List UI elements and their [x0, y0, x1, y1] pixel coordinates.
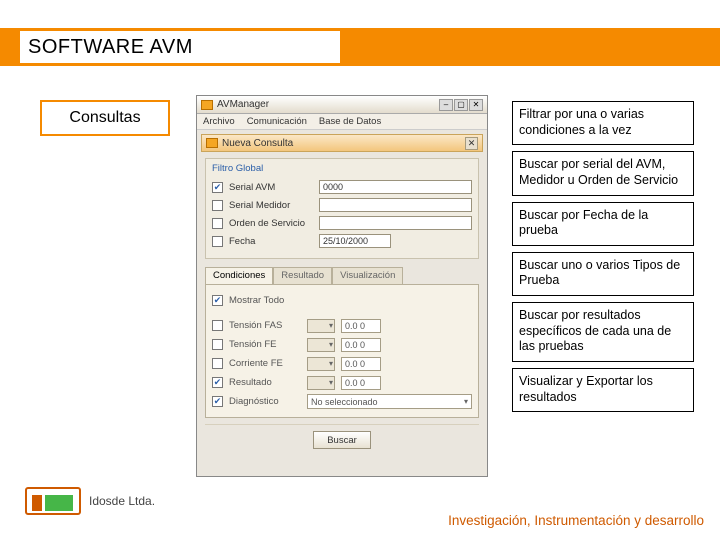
maximize-button[interactable]: ▢: [454, 99, 468, 111]
label-mostrar-todo: Mostrar Todo: [229, 295, 284, 306]
label-diagnostico: Diagnóstico: [229, 396, 301, 407]
checkbox-diagnostico[interactable]: [212, 396, 223, 407]
feature-notes: Filtrar por una o varias condiciones a l…: [512, 101, 694, 418]
value-field[interactable]: 0.0 0: [341, 376, 381, 390]
menu-item-comunicacion[interactable]: Comunicación: [247, 116, 307, 127]
input-fecha[interactable]: 25/10/2000: [319, 234, 391, 248]
checkbox-serial-avm[interactable]: [212, 182, 223, 193]
label-tension-fe: Tensión FE: [229, 339, 301, 350]
tab-resultado[interactable]: Resultado: [273, 267, 332, 284]
label-tension-fas: Tensión FAS: [229, 320, 301, 331]
input-serial-medidor[interactable]: [319, 198, 472, 212]
folder-icon: [201, 100, 213, 110]
menu-item-basedatos[interactable]: Base de Datos: [319, 116, 381, 127]
checkbox-fecha[interactable]: [212, 236, 223, 247]
checkbox-mostrar-todo[interactable]: [212, 295, 223, 306]
diagnostico-select[interactable]: No seleccionado: [307, 394, 472, 409]
note-item: Buscar por resultados específicos de cad…: [512, 302, 694, 362]
app-window: AVManager – ▢ ✕ Archivo Comunicación Bas…: [196, 95, 488, 477]
checkbox-tension-fas[interactable]: [212, 320, 223, 331]
op-select[interactable]: [307, 357, 335, 371]
value-field[interactable]: 0.0 0: [341, 357, 381, 371]
panel-title: Nueva Consulta ✕: [201, 134, 483, 152]
note-item: Filtrar por una o varias condiciones a l…: [512, 101, 694, 145]
label-resultado: Resultado: [229, 377, 301, 388]
checkbox-tension-fe[interactable]: [212, 339, 223, 350]
close-button[interactable]: ✕: [469, 99, 483, 111]
filter-group-title: Filtro Global: [212, 163, 472, 174]
op-select[interactable]: [307, 338, 335, 352]
footer-tagline: Investigación, Instrumentación y desarro…: [448, 513, 704, 528]
button-row: Buscar: [205, 424, 479, 457]
label-corriente-fe: Corriente FE: [229, 358, 301, 369]
panel-title-text: Nueva Consulta: [222, 138, 293, 149]
value-field[interactable]: 0.0 0: [341, 338, 381, 352]
menu-item-archivo[interactable]: Archivo: [203, 116, 235, 127]
input-serial-avm[interactable]: 0000: [319, 180, 472, 194]
brand-name: Idosde Ltda.: [89, 494, 155, 508]
input-orden-servicio[interactable]: [319, 216, 472, 230]
checkbox-corriente-fe[interactable]: [212, 358, 223, 369]
logo-icon: [25, 487, 81, 515]
titlebar[interactable]: AVManager – ▢ ✕: [197, 96, 487, 114]
op-select[interactable]: [307, 376, 335, 390]
label-fecha: Fecha: [229, 236, 313, 247]
window-title: AVManager: [217, 99, 435, 110]
tab-visualizacion[interactable]: Visualización: [332, 267, 403, 284]
label-orden-servicio: Orden de Servicio: [229, 218, 313, 229]
checkbox-resultado[interactable]: [212, 377, 223, 388]
panel-close-button[interactable]: ✕: [465, 137, 478, 150]
note-item: Buscar uno o varios Tipos de Prueba: [512, 252, 694, 296]
op-select[interactable]: [307, 319, 335, 333]
checkbox-serial-medidor[interactable]: [212, 200, 223, 211]
tab-body: Mostrar Todo Tensión FAS 0.0 0 Tensión F…: [205, 284, 479, 418]
folder-icon: [206, 138, 218, 148]
label-serial-avm: Serial AVM: [229, 182, 313, 193]
tab-condiciones[interactable]: Condiciones: [205, 267, 273, 284]
note-item: Visualizar y Exportar los resultados: [512, 368, 694, 412]
checkbox-orden-servicio[interactable]: [212, 218, 223, 229]
minimize-button[interactable]: –: [439, 99, 453, 111]
tabs: Condiciones Resultado Visualización: [205, 267, 479, 284]
brand: Idosde Ltda.: [25, 487, 155, 515]
consultas-box: Consultas: [40, 100, 170, 136]
value-field[interactable]: 0.0 0: [341, 319, 381, 333]
note-item: Buscar por serial del AVM, Medidor u Ord…: [512, 151, 694, 195]
label-serial-medidor: Serial Medidor: [229, 200, 313, 211]
menubar: Archivo Comunicación Base de Datos: [197, 114, 487, 130]
note-item: Buscar por Fecha de la prueba: [512, 202, 694, 246]
buscar-button[interactable]: Buscar: [313, 431, 371, 449]
filter-group: Filtro Global Serial AVM 0000 Serial Med…: [205, 158, 479, 259]
page-title: SOFTWARE AVM: [20, 31, 340, 63]
